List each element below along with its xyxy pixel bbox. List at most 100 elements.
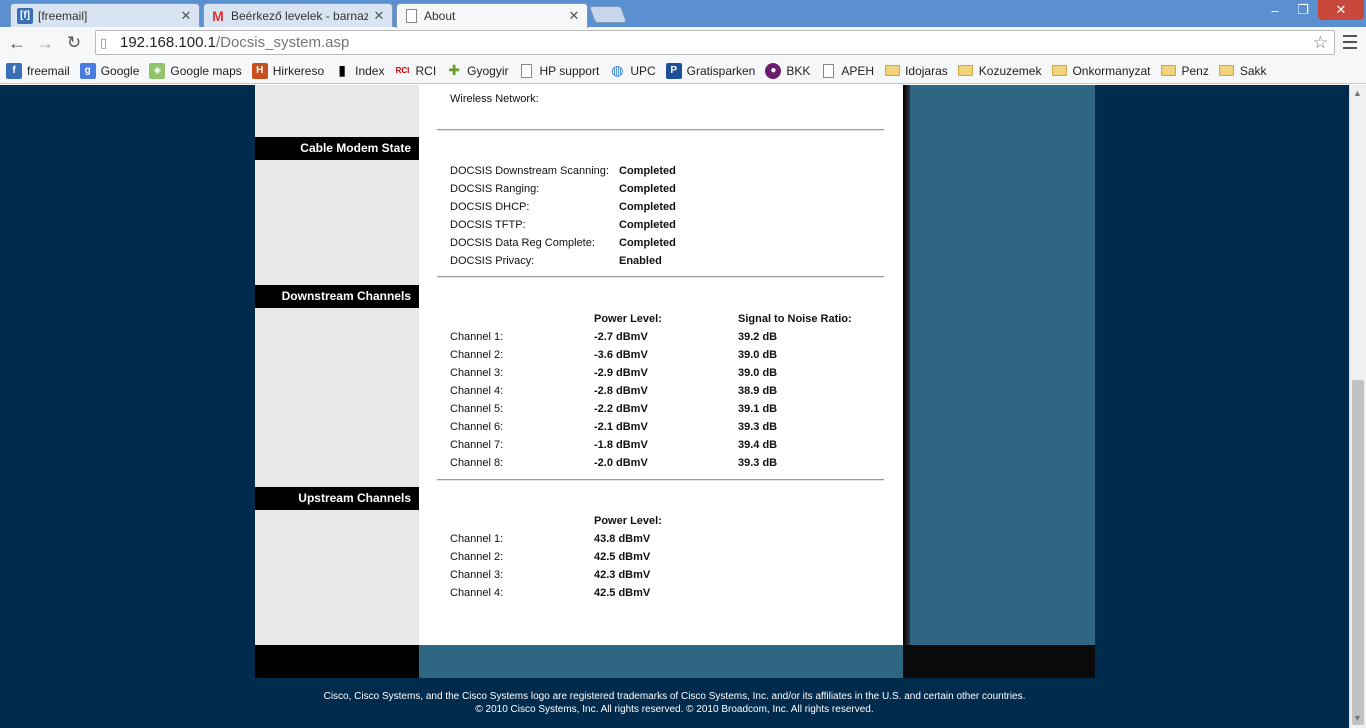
bookmark-folder-kozuzemek[interactable]: Kozuzemek — [958, 63, 1042, 79]
bookmark-gyogyir[interactable]: ✚ Gyogyir — [446, 62, 508, 79]
status-label: DOCSIS Data Reg Complete: — [450, 237, 595, 249]
gyogyir-icon: ✚ — [448, 62, 461, 78]
rci-icon: RCI — [395, 66, 410, 75]
power-level-value: -3.6 dBmV — [594, 349, 648, 361]
channel-label: Channel 4: — [450, 385, 504, 397]
status-label: DOCSIS Privacy: — [450, 255, 535, 267]
page-scrollbar[interactable]: ▲ ▼ — [1349, 85, 1366, 728]
gmail-icon: M — [212, 7, 224, 24]
scroll-down-icon[interactable]: ▼ — [1353, 713, 1362, 723]
chrome-menu-icon[interactable] — [1340, 33, 1360, 51]
folder-icon — [1219, 63, 1235, 79]
status-label: DOCSIS Downstream Scanning: — [450, 165, 609, 177]
folder-icon — [1161, 63, 1177, 79]
channel-label: Channel 7: — [450, 439, 504, 451]
close-icon[interactable]: ✕ — [567, 8, 581, 24]
divider — [437, 479, 884, 481]
snr-value: 39.0 dB — [738, 367, 778, 379]
freemail-icon: f — [6, 62, 22, 79]
power-level-value: -2.8 dBmV — [594, 385, 648, 397]
reload-icon[interactable]: ↻ — [62, 31, 86, 55]
bookmarks-bar: f freemail g Google ◈ Google maps H Hirkeres… — [0, 58, 1366, 84]
tab-strip: [f] [freemail] ✕ M Beérkező levelek - ba… — [0, 0, 1366, 28]
divider — [437, 276, 884, 278]
bookmark-folder-onkormanyzat[interactable]: Onkormanyzat — [1051, 63, 1151, 79]
tab-about[interactable]: About ✕ — [396, 3, 588, 28]
index-icon: ▮ — [338, 62, 346, 78]
bookmark-label: Index — [355, 63, 385, 78]
power-level-value: -2.9 dBmV — [594, 367, 648, 379]
channel-label: Channel 4: — [450, 587, 504, 599]
page-viewport: Wireless Network: Cable Modem State DOCS… — [0, 85, 1349, 728]
bookmark-bkk[interactable]: ● BKK — [765, 62, 810, 79]
bookmark-index[interactable]: ▮ Index — [334, 62, 385, 79]
section-upstream-channels: Upstream Channels — [255, 487, 419, 510]
power-level-value: 42.5 dBmV — [594, 587, 651, 599]
bookmark-label: Kozuzemek — [978, 63, 1042, 78]
close-icon[interactable]: ✕ — [179, 8, 193, 24]
status-value: Completed — [619, 237, 676, 249]
scrollbar-thumb[interactable] — [1352, 380, 1364, 725]
bookmark-freemail[interactable]: f freemail — [6, 62, 70, 79]
bookmark-label: Onkormanyzat — [1072, 63, 1151, 78]
snr-value: 39.3 dB — [738, 421, 778, 433]
section-cable-modem-state: Cable Modem State — [255, 137, 419, 160]
forward-arrow-icon[interactable]: → — [33, 31, 57, 55]
new-tab-button[interactable] — [588, 6, 628, 23]
status-value: Completed — [619, 201, 676, 213]
bookmark-google-maps[interactable]: ◈ Google maps — [149, 62, 242, 79]
folder-icon — [958, 63, 974, 79]
footer-bar-right — [903, 645, 1095, 678]
bookmark-folder-penz[interactable]: Penz — [1161, 63, 1209, 79]
page-icon — [403, 8, 419, 24]
close-icon[interactable]: ✕ — [372, 8, 386, 24]
bookmark-apeh[interactable]: APEH — [820, 63, 874, 79]
back-arrow-icon[interactable]: ← — [5, 31, 29, 55]
page-icon: ▯ — [100, 34, 108, 50]
bookmark-folder-idojaras[interactable]: Idojaras — [884, 63, 948, 79]
bkk-icon: ● — [765, 62, 782, 79]
folder-icon — [884, 63, 900, 79]
scroll-up-icon[interactable]: ▲ — [1353, 88, 1362, 98]
page-icon — [820, 63, 836, 79]
bookmark-google[interactable]: g Google — [79, 62, 139, 79]
bookmark-label: HP support — [539, 63, 600, 78]
power-level-value: 42.5 dBmV — [594, 551, 651, 563]
tab-gmail[interactable]: M Beérkező levelek - barnazs ✕ — [203, 3, 393, 27]
power-level-value: -2.0 dBmV — [594, 457, 648, 469]
bookmark-label: Sakk — [1239, 63, 1267, 78]
power-level-value: -1.8 dBmV — [594, 439, 648, 451]
channel-label: Channel 2: — [450, 551, 504, 563]
bookmark-upc[interactable]: ◍ UPC — [609, 62, 656, 79]
power-level-value: -2.2 dBmV — [594, 403, 648, 415]
snr-value: 39.1 dB — [738, 403, 778, 415]
parking-icon: P — [665, 62, 682, 79]
bookmark-star-icon[interactable]: ☆ — [1313, 33, 1328, 53]
footer-copyright-text: © 2010 Cisco Systems, Inc. All rights re… — [475, 704, 874, 715]
bookmark-folder-sakk[interactable]: Sakk — [1219, 63, 1267, 79]
bookmark-rci[interactable]: RCI RCI — [394, 63, 437, 79]
channel-label: Channel 3: — [450, 569, 504, 581]
tab-freemail[interactable]: [f] [freemail] ✕ — [10, 3, 200, 27]
address-bar[interactable]: ▯ 192.168.100.1/Docsis_system.asp ☆ — [95, 30, 1335, 55]
bookmark-hp-support[interactable]: HP support — [519, 63, 600, 79]
wireless-network-label: Wireless Network: — [450, 93, 539, 105]
bookmark-gratisparken[interactable]: P Gratisparken — [665, 62, 755, 79]
bookmark-label: freemail — [27, 63, 70, 78]
window-close-icon[interactable]: ✕ — [1318, 0, 1364, 20]
power-level-value: 42.3 dBmV — [594, 569, 651, 581]
bookmark-hirkereso[interactable]: H Hirkereso — [251, 62, 324, 79]
minimize-icon[interactable]: – — [1262, 0, 1288, 20]
power-level-value: -2.1 dBmV — [594, 421, 648, 433]
channel-label: Channel 8: — [450, 457, 504, 469]
maximize-icon[interactable]: ❐ — [1290, 0, 1316, 20]
status-value: Completed — [619, 219, 676, 231]
bookmark-label: Penz — [1181, 63, 1209, 78]
column-header-power: Power Level: — [594, 313, 662, 325]
power-level-value: -2.7 dBmV — [594, 331, 648, 343]
google-icon: g — [79, 62, 96, 79]
bookmark-label: UPC — [630, 63, 656, 78]
left-column — [255, 85, 419, 645]
browser-toolbar: ← → ↻ ▯ 192.168.100.1/Docsis_system.asp … — [0, 27, 1366, 58]
bookmark-label: Google maps — [170, 63, 242, 78]
